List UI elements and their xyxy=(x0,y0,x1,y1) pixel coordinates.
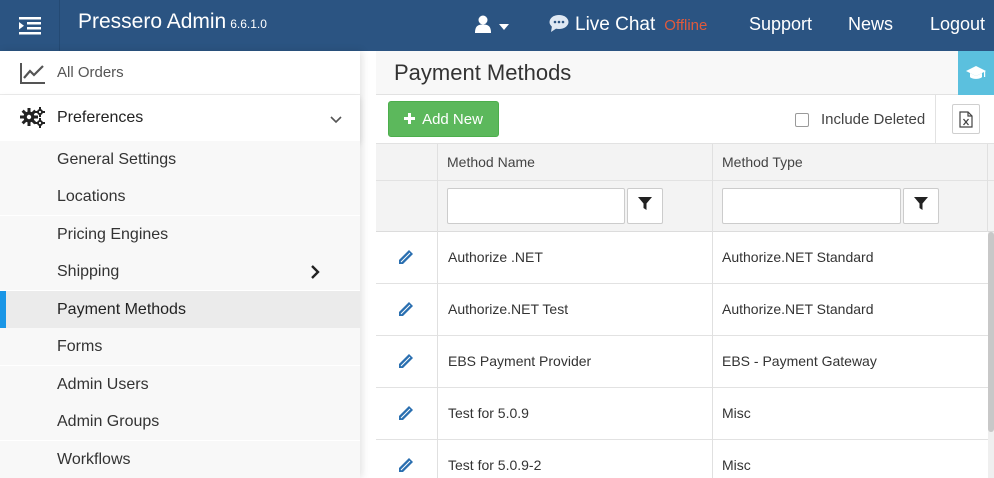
gears-icon xyxy=(20,107,46,134)
column-header-method-name[interactable]: Method Name xyxy=(447,154,535,170)
grid-toolbar: Add New Include Deleted xyxy=(376,95,994,144)
grid-filter-row xyxy=(376,181,994,232)
method-type-cell: Misc xyxy=(722,457,751,473)
method-name-cell: EBS Payment Provider xyxy=(448,353,592,369)
top-navbar: Pressero Admin 6.6.1.0 Live Chat Offline … xyxy=(0,0,994,51)
method-type-cell: Authorize.NET Standard xyxy=(722,301,874,317)
method-name-cell: Test for 5.0.9-2 xyxy=(448,457,542,473)
pencil-icon[interactable] xyxy=(398,457,414,478)
method-type-filter-input[interactable] xyxy=(722,188,901,224)
chevron-right-icon xyxy=(310,265,320,284)
sidebar-item-label: General Settings xyxy=(57,150,177,168)
nav-logout-link[interactable]: Logout xyxy=(930,14,985,35)
sidebar-item-label: All Orders xyxy=(57,64,124,81)
method-type-cell: Authorize.NET Standard xyxy=(722,249,874,265)
sidebar-item-label: Forms xyxy=(57,337,103,355)
filter-icon xyxy=(638,196,652,216)
sidebar-item-label: Admin Users xyxy=(57,375,149,393)
sidebar-item-forms[interactable]: Forms xyxy=(0,328,360,365)
user-menu[interactable] xyxy=(475,14,515,38)
grid-scrollbar[interactable] xyxy=(988,232,994,478)
method-name-filter-button[interactable] xyxy=(627,188,663,224)
include-deleted-toggle[interactable]: Include Deleted xyxy=(795,111,925,128)
main-content: Payment Methods Add New Include Deleted xyxy=(376,51,994,478)
export-area xyxy=(935,95,994,144)
sidebar-item-shipping[interactable]: Shipping xyxy=(0,253,360,290)
grid-header-row: Method Name Method Type xyxy=(376,144,994,181)
filter-icon xyxy=(914,196,928,216)
graduation-cap-icon[interactable] xyxy=(958,51,994,95)
line-chart-icon xyxy=(20,62,46,89)
sidebar-item-label: Locations xyxy=(57,187,126,205)
pencil-icon[interactable] xyxy=(398,249,414,270)
table-row[interactable]: EBS Payment Provider EBS - Payment Gatew… xyxy=(376,336,988,388)
sidebar-item-payment-methods[interactable]: Payment Methods xyxy=(0,291,360,328)
sidebar-item-pricing-engines[interactable]: Pricing Engines xyxy=(0,216,360,253)
menu-collapse-icon[interactable] xyxy=(0,0,60,51)
pencil-icon[interactable] xyxy=(398,405,414,426)
sidebar-item-preferences[interactable]: Preferences xyxy=(0,95,360,141)
sidebar-item-all-orders[interactable]: All Orders xyxy=(0,51,360,95)
page-title: Payment Methods xyxy=(394,60,572,85)
nav-news-link[interactable]: News xyxy=(848,14,893,35)
plus-icon xyxy=(404,111,416,128)
live-chat-status: Offline xyxy=(664,16,708,34)
live-chat-link[interactable]: Live Chat Offline xyxy=(549,12,707,38)
sidebar-item-label: Preferences xyxy=(57,109,144,126)
add-new-button[interactable]: Add New xyxy=(388,101,499,137)
sidebar-item-label: Workflows xyxy=(57,450,131,468)
sidebar: All Orders Preferences General Settings … xyxy=(0,51,360,478)
pencil-icon[interactable] xyxy=(398,301,414,322)
method-type-filter-button[interactable] xyxy=(903,188,939,224)
column-divider xyxy=(987,144,988,232)
pencil-icon[interactable] xyxy=(398,353,414,374)
method-name-cell: Test for 5.0.9 xyxy=(448,405,529,421)
table-row[interactable]: Authorize.NET Test Authorize.NET Standar… xyxy=(376,284,988,336)
app-brand: Pressero Admin 6.6.1.0 xyxy=(78,10,267,34)
include-deleted-checkbox[interactable] xyxy=(795,112,809,127)
sidebar-item-workflows[interactable]: Workflows xyxy=(0,441,360,478)
caret-down-icon xyxy=(499,17,509,35)
method-name-filter-input[interactable] xyxy=(447,188,625,224)
sidebar-item-locations[interactable]: Locations xyxy=(0,178,360,215)
method-type-cell: Misc xyxy=(722,405,751,421)
table-row[interactable]: Authorize .NET Authorize.NET Standard xyxy=(376,232,988,284)
table-row[interactable]: Test for 5.0.9 Misc xyxy=(376,388,988,440)
include-deleted-label: Include Deleted xyxy=(821,111,926,128)
sidebar-item-label: Admin Groups xyxy=(57,412,160,430)
excel-export-icon[interactable] xyxy=(952,104,980,134)
chevron-down-icon xyxy=(330,111,342,129)
page-header: Payment Methods xyxy=(376,51,994,95)
grid-scrollbar-thumb[interactable] xyxy=(988,232,994,432)
app-title: Pressero Admin xyxy=(78,10,227,33)
sidebar-item-general-settings[interactable]: General Settings xyxy=(0,141,360,178)
method-name-cell: Authorize.NET Test xyxy=(448,301,569,317)
sidebar-item-label: Shipping xyxy=(57,262,120,280)
live-chat-label: Live Chat xyxy=(575,14,656,35)
sidebar-item-admin-users[interactable]: Admin Users xyxy=(0,366,360,403)
chat-bubble-icon xyxy=(549,14,569,37)
payment-methods-grid: Method Name Method Type Authorize .NET A… xyxy=(376,144,994,478)
user-icon xyxy=(475,15,491,38)
app-version: 6.6.1.0 xyxy=(230,17,267,31)
column-header-method-type[interactable]: Method Type xyxy=(722,154,803,170)
add-new-label: Add New xyxy=(422,110,483,128)
nav-support-link[interactable]: Support xyxy=(749,14,812,35)
sidebar-item-admin-groups[interactable]: Admin Groups xyxy=(0,403,360,440)
method-name-cell: Authorize .NET xyxy=(448,249,543,265)
column-divider xyxy=(437,144,438,478)
table-row[interactable]: Test for 5.0.9-2 Misc xyxy=(376,440,988,478)
sidebar-item-label: Payment Methods xyxy=(57,300,186,318)
sidebar-item-label: Pricing Engines xyxy=(57,225,169,243)
method-type-cell: EBS - Payment Gateway xyxy=(722,353,877,369)
column-divider xyxy=(712,144,713,478)
